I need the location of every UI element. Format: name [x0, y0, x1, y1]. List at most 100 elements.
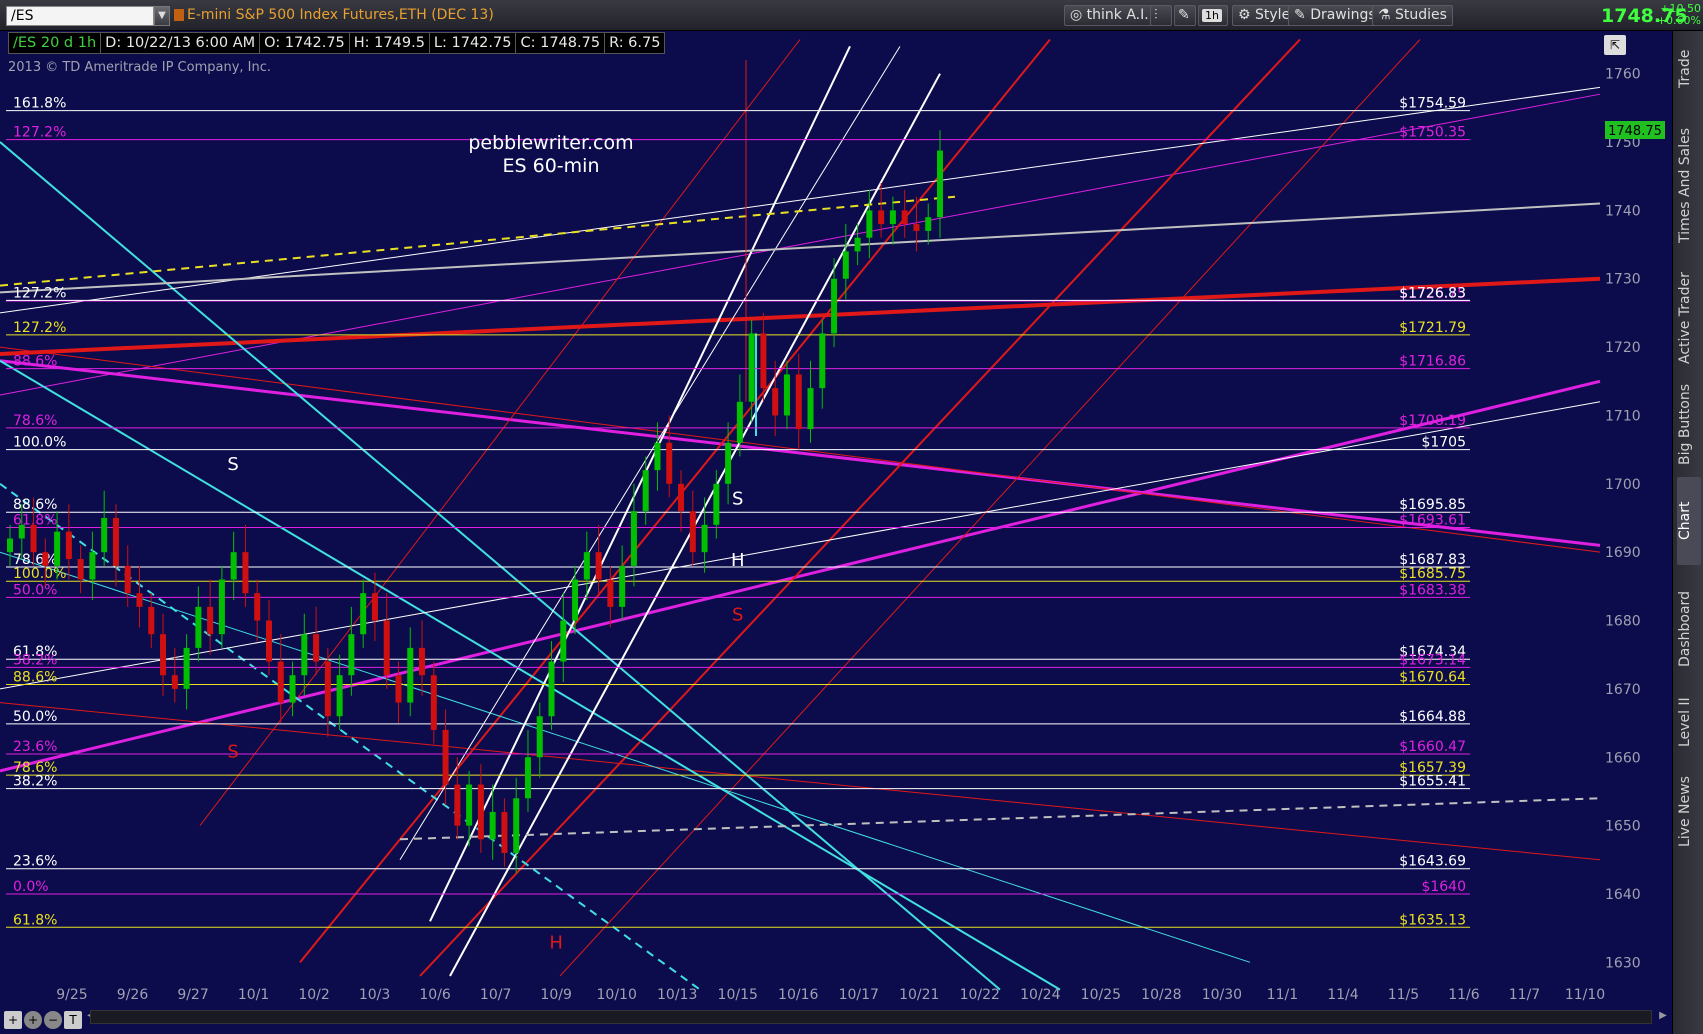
candle-body [313, 634, 320, 662]
time-scrollbar[interactable] [90, 1010, 1652, 1024]
y-tick-label: 1630 [1605, 955, 1641, 971]
x-tick-label: 10/2 [298, 987, 329, 1003]
fib-percent-label: 0.0% [13, 879, 49, 895]
fib-price-label: $1640 [1421, 879, 1466, 895]
think-ai-label: think A.I. [1086, 7, 1149, 23]
wrench-icon: ✎ [1178, 7, 1190, 23]
pattern-label: H [549, 933, 563, 954]
tab-big-buttons[interactable]: Big Buttons [1677, 379, 1701, 469]
fib-price-label: $1693.61 [1399, 513, 1466, 529]
fib-price-label: $1754.59 [1399, 96, 1466, 112]
style-button[interactable]: ⚙ Style [1232, 5, 1297, 26]
x-tick-label: 10/28 [1141, 987, 1181, 1003]
x-tick-label: 9/26 [117, 987, 149, 1003]
crosshair-icon[interactable]: + [4, 1011, 22, 1029]
candle-body [124, 565, 131, 594]
fib-percent-label: 127.2% [13, 285, 66, 301]
candle-body [642, 470, 649, 512]
symbol-dropdown-button[interactable]: ▼ [154, 6, 170, 26]
candle-body [336, 675, 343, 717]
symbol-input[interactable]: /ES [6, 6, 154, 26]
candle-body [183, 647, 190, 689]
y-tick-label: 1740 [1605, 203, 1641, 219]
price-chart[interactable]: $1754.59$1750.35$1726.75$1726.83$1721.79… [0, 31, 1672, 1034]
tab-trade[interactable]: Trade [1677, 39, 1701, 99]
text-tool-icon[interactable]: T [64, 1011, 82, 1029]
copyright: 2013 © TD Ameritrade IP Company, Inc. [8, 60, 272, 75]
fib-percent-label: 50.0% [13, 582, 57, 598]
y-tick-label: 1720 [1605, 340, 1641, 356]
candle-body [654, 442, 661, 471]
x-tick-label: 11/7 [1509, 987, 1540, 1003]
quote-open: O: 1742.75 [260, 33, 350, 53]
candle-body [548, 661, 555, 717]
zoom-in-icon[interactable]: + [24, 1011, 42, 1029]
candle-body [195, 606, 202, 648]
candle-body [18, 524, 25, 539]
candle-body [666, 442, 673, 484]
zoom-out-icon[interactable]: − [44, 1011, 62, 1029]
studies-icon: ⚗ [1378, 7, 1391, 23]
y-tick-label: 1640 [1605, 887, 1641, 903]
candle-body [607, 579, 614, 607]
candle-body [289, 675, 296, 703]
fib-percent-label: 100.0% [13, 566, 66, 582]
fib-percent-label: 50.0% [13, 709, 57, 725]
candle-body [689, 511, 696, 553]
gear-icon: ⚙ [1238, 7, 1251, 23]
candle-body [65, 531, 72, 560]
drawings-button[interactable]: ✎ Drawings [1288, 5, 1382, 26]
candle-body [477, 784, 484, 840]
quote-range: R: 6.75 [609, 35, 661, 51]
candle-body [112, 518, 119, 566]
candle-body [265, 620, 272, 662]
x-tick-label: 11/4 [1327, 987, 1359, 1003]
tab-live-news[interactable]: Live News [1677, 767, 1701, 857]
x-tick-label: 9/25 [56, 987, 87, 1003]
fib-percent-label: 161.8% [13, 96, 66, 112]
fib-price-label: $1683.38 [1399, 582, 1466, 598]
chart-toolbar: /ES ▼ E-mini S&P 500 Index Futures,ETH (… [0, 0, 1703, 31]
tab-chart[interactable]: Chart [1677, 477, 1701, 565]
studies-button[interactable]: ⚗ Studies [1372, 5, 1453, 26]
candle-body [619, 565, 626, 607]
fib-percent-label: 61.8% [13, 912, 57, 928]
x-tick-label: 10/16 [778, 987, 818, 1003]
candle-body [301, 634, 308, 676]
candle-body [819, 333, 826, 389]
y-tick-label: 1680 [1605, 614, 1641, 630]
y-tick-label: 1760 [1605, 67, 1641, 83]
aggregation-label: 1h [1202, 9, 1222, 22]
candle-body [348, 634, 355, 676]
scroll-right-arrow[interactable]: ▶ [1656, 1010, 1670, 1024]
tab-dashboard[interactable]: Dashboard [1677, 579, 1701, 679]
tab-times-and-sales[interactable]: Times And Sales [1677, 115, 1701, 255]
tab-level-ii[interactable]: Level II [1677, 687, 1701, 757]
candle-body [913, 224, 920, 231]
candle-body [748, 333, 755, 402]
think-ai-icon: ◎ [1070, 7, 1083, 23]
x-tick-label: 10/6 [419, 987, 451, 1003]
candle-body [324, 661, 331, 717]
y-tick-label: 1690 [1605, 545, 1641, 561]
pattern-label: S [732, 488, 743, 509]
tab-active-trader[interactable]: Active Trader [1677, 263, 1701, 373]
candle-body [513, 798, 520, 853]
quote-date: D: 10/22/13 6:00 AM [101, 33, 261, 53]
candle-body [524, 757, 531, 799]
chart-type-button[interactable]: ⫶ [1150, 5, 1172, 26]
settings-button[interactable]: ✎ [1174, 5, 1196, 26]
candle-body [889, 210, 896, 225]
candle-body [419, 647, 426, 676]
candle-body [595, 552, 602, 580]
quote-close: C: 1748.75 [516, 33, 606, 53]
think-ai-button[interactable]: ◎ think A.I. [1064, 5, 1155, 26]
cursor-mode-icon[interactable]: ⇱ [1604, 35, 1626, 55]
x-tick-label: 10/15 [718, 987, 758, 1003]
pattern-label: H [731, 550, 745, 571]
candle-body [54, 531, 61, 566]
candle-body [277, 661, 284, 703]
aggregation-button[interactable]: 1h [1198, 5, 1228, 26]
candle-body [254, 593, 261, 621]
y-tick-label: 1730 [1605, 272, 1641, 288]
